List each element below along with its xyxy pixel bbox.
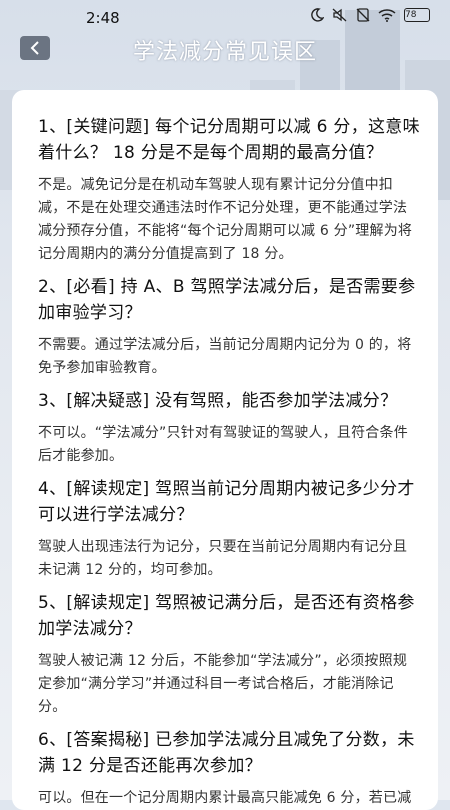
faq-answer: 驾驶人出现违法行为记分，只要在当前记分周期内有记分且未记满 12 分的，均可参加… [38,539,408,578]
faq-answer: 驾驶人被记满 12 分后，不能参加“学法减分”，必须按照规定参加“满分学习”并通… [38,653,408,715]
faq-item: 2、[必看] 持 A、B 驾照学法减分后，是否需要参加审验学习？ 不需要。通过学… [38,274,420,380]
page-title: 学法减分常见误区 [132,40,317,65]
faq-item: 6、[答案揭秘] 已参加学法减分且减免了分数，未满 12 分是否还能再次参加？ … [38,727,420,810]
mute-icon [332,8,348,22]
faq-answer: 可以。但在一个记分周期内累计最高只能减免 6 分，若已减满 6 分的将不能再参加… [38,790,412,806]
battery-icon: 78 [404,8,430,22]
faq-item: 1、[关键问题] 每个记分周期可以减 6 分，这意味着什么？ 18 分是不是每个… [38,114,420,266]
faq-item: 3、[解决疑惑] 没有驾照，能否参加学法减分？ 不可以。“学法减分”只针对有驾驶… [38,388,420,468]
faq-answer: 不是。减免记分是在机动车驾驶人现有累计记分分值中扣减，不是在处理交通违法时作不记… [38,177,413,262]
faq-question: 3、[解决疑惑] 没有驾照，能否参加学法减分？ [38,391,398,411]
moon-icon [310,8,324,22]
header: 学法减分常见误区 [0,34,450,78]
faq-answer: 不可以。“学法减分”只针对有驾驶证的驾驶人，且符合条件后才能参加。 [38,425,408,464]
faq-question: 1、[关键问题] 每个记分周期可以减 6 分，这意味着什么？ 18 分是不是每个… [38,117,420,163]
faq-question: 4、[解读规定] 驾照当前记分周期内被记多少分才可以进行学法减分？ [38,479,415,525]
faq-question: 6、[答案揭秘] 已参加学法减分且减免了分数，未满 12 分是否还能再次参加？ [38,730,415,776]
faq-item: 4、[解读规定] 驾照当前记分周期内被记多少分才可以进行学法减分？ 驾驶人出现违… [38,476,420,582]
faq-item: 5、[解读规定] 驾照被记满分后，是否还有资格参加学法减分？ 驾驶人被记满 12… [38,590,420,719]
wifi-icon [378,8,396,22]
no-sim-icon [356,8,370,22]
faq-answer: 不需要。通过学法减分后，当前记分周期内记分为 0 的，将免予参加审验教育。 [38,337,412,376]
faq-question: 2、[必看] 持 A、B 驾照学法减分后，是否需要参加审验学习？ [38,277,416,323]
faq-question: 5、[解读规定] 驾照被记满分后，是否还有资格参加学法减分？ [38,593,415,639]
status-bar: 2:48 78 [0,0,450,34]
faq-card[interactable]: 1、[关键问题] 每个记分周期可以减 6 分，这意味着什么？ 18 分是不是每个… [12,90,438,810]
status-icons: 78 [310,8,430,22]
status-time: 2:48 [86,9,120,27]
